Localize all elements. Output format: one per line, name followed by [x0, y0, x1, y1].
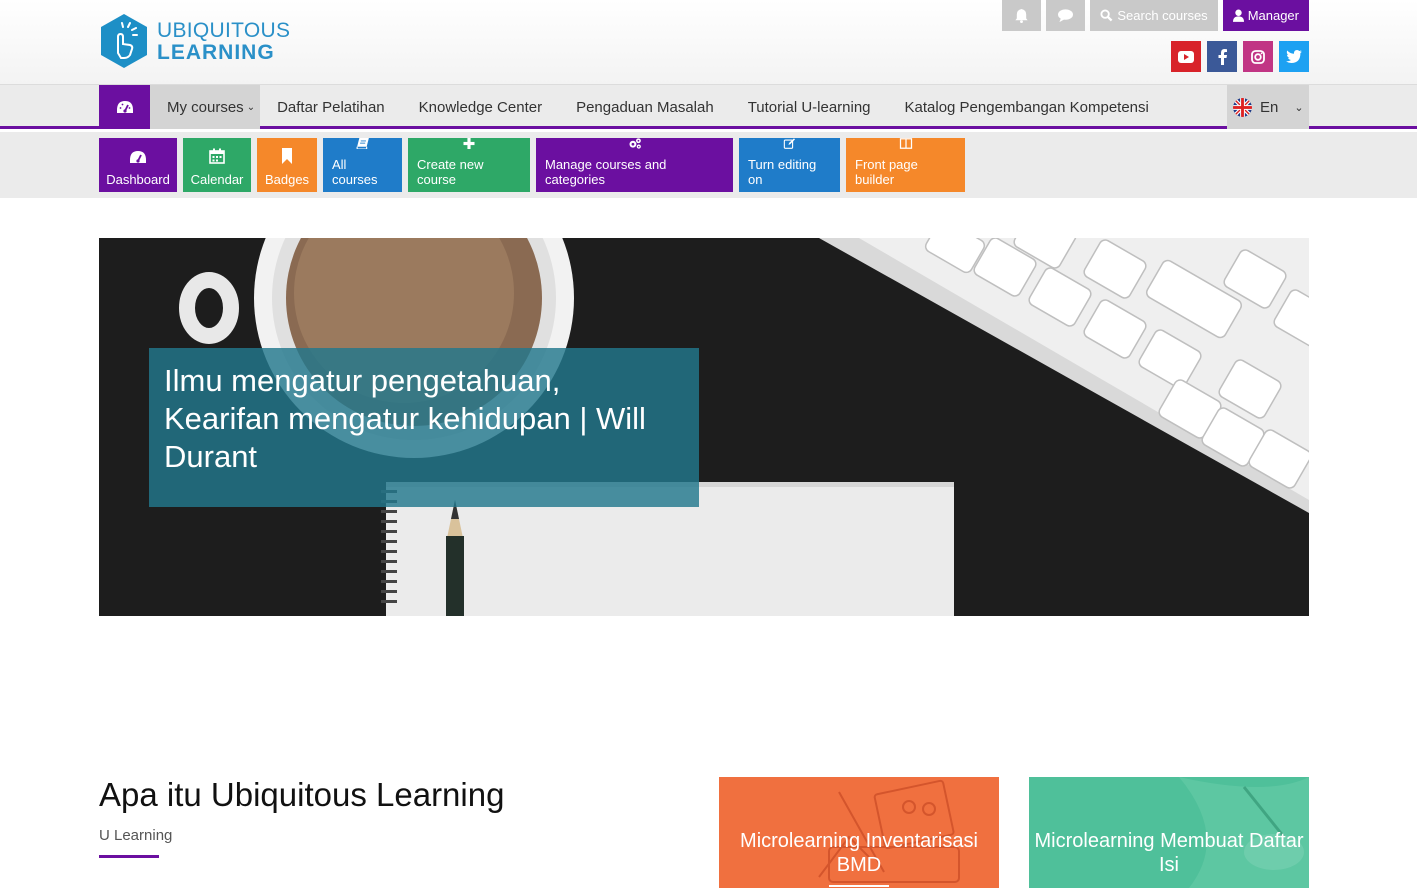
quick-link-label: All courses: [332, 157, 378, 187]
nav-item-my-courses[interactable]: My courses ⌄: [150, 85, 261, 129]
cogs-icon: [629, 138, 641, 149]
chat-bubble-icon: [1058, 9, 1074, 23]
quick-link-create-course[interactable]: Create new course: [408, 138, 530, 192]
quick-link-manage-courses[interactable]: Manage courses and categories: [536, 138, 733, 192]
quick-link-label: Dashboard: [106, 172, 170, 187]
nav-item-knowledge-center[interactable]: Knowledge Center: [402, 85, 559, 129]
logo-hand-icon: [101, 14, 147, 68]
site-header: UBIQUITOUS LEARNING Search courses Manag…: [0, 0, 1417, 85]
nav-item-label: Knowledge Center: [418, 98, 543, 116]
notifications-button[interactable]: [1002, 0, 1042, 31]
user-menu-label: Manager: [1247, 8, 1299, 23]
language-selector[interactable]: En ⌄: [1227, 85, 1309, 129]
quick-link-label: Front page builder: [855, 157, 918, 187]
book-icon: [356, 138, 369, 149]
nav-item-label: Katalog Pengembangan Kompetensi: [904, 98, 1149, 116]
quick-link-label: Badges: [264, 172, 310, 187]
nav-item-label: Daftar Pelatihan: [277, 98, 385, 116]
chevron-down-icon: ⌄: [1294, 101, 1304, 114]
edit-icon: [783, 138, 795, 149]
about-title: Apa itu Ubiquitous Learning: [99, 776, 505, 813]
bookmark-icon: [282, 148, 292, 164]
nav-item-pengaduan-masalah[interactable]: Pengaduan Masalah: [559, 85, 731, 129]
instagram-button[interactable]: [1243, 41, 1273, 72]
course-card-title: Microlearning Inventarisasi BMD: [740, 830, 978, 876]
logo-text-bottom: LEARNING: [157, 40, 275, 64]
quick-link-dashboard[interactable]: Dashboard: [99, 138, 177, 192]
about-underline: [99, 855, 159, 858]
bell-icon: [1015, 8, 1028, 23]
search-courses-button[interactable]: Search courses: [1090, 0, 1218, 31]
twitter-button[interactable]: [1279, 41, 1309, 72]
quick-link-front-page-builder[interactable]: Front page builder: [846, 138, 965, 192]
youtube-icon: [1178, 50, 1194, 63]
nav-item-katalog[interactable]: Katalog Pengembangan Kompetensi: [888, 85, 1166, 129]
course-card[interactable]: Microlearning Membuat Daftar Isi: [1029, 777, 1309, 888]
plus-icon: [463, 138, 475, 149]
hero-caption: Ilmu mengatur pengetahuan, Kearifan meng…: [149, 348, 699, 507]
dashboard-icon: [116, 101, 133, 113]
quick-links-bar: Dashboard Calendar Badges All courses Cr…: [0, 132, 1417, 198]
twitter-icon: [1286, 50, 1302, 63]
search-icon: [1100, 9, 1113, 22]
quick-link-all-courses[interactable]: All courses: [323, 138, 402, 192]
language-label: En: [1260, 98, 1279, 116]
nav-item-label: My courses: [167, 98, 244, 116]
quick-link-label: Turn editing on: [748, 157, 817, 187]
messages-button[interactable]: [1046, 0, 1086, 31]
course-card-title: Microlearning Membuat Daftar Isi: [1034, 830, 1304, 876]
quick-link-label: Manage courses and categories: [545, 157, 667, 187]
columns-icon: [899, 138, 912, 149]
nav-item-label: Tutorial U-learning: [747, 98, 871, 116]
about-subtitle: U Learning: [99, 827, 173, 844]
nav-home-button[interactable]: [99, 85, 150, 129]
main-navigation: My courses ⌄ Daftar Pelatihan Knowledge …: [0, 85, 1417, 129]
site-logo[interactable]: UBIQUITOUS LEARNING: [99, 13, 290, 69]
quick-link-label: Calendar: [190, 172, 244, 187]
nav-item-tutorial[interactable]: Tutorial U-learning: [731, 85, 888, 129]
logo-text-top: UBIQUITOUS: [157, 18, 291, 42]
nav-item-daftar-pelatihan[interactable]: Daftar Pelatihan: [260, 85, 402, 129]
user-menu-button[interactable]: Manager: [1222, 0, 1309, 31]
facebook-button[interactable]: [1207, 41, 1237, 72]
user-icon: [1232, 9, 1244, 22]
course-card[interactable]: Microlearning Inventarisasi BMD: [719, 777, 999, 888]
dashboard-icon: [130, 151, 146, 163]
facebook-icon: [1218, 48, 1227, 65]
youtube-button[interactable]: [1171, 41, 1201, 72]
quick-link-badges[interactable]: Badges: [257, 138, 317, 192]
quick-link-label: Create new course: [417, 157, 484, 187]
uk-flag-icon: [1233, 97, 1252, 117]
hero-slider[interactable]: Ilmu mengatur pengetahuan, Kearifan meng…: [99, 238, 1309, 616]
quick-link-turn-editing-on[interactable]: Turn editing on: [739, 138, 840, 192]
nav-item-label: Pengaduan Masalah: [576, 98, 714, 116]
instagram-icon: [1251, 49, 1265, 64]
quick-link-calendar[interactable]: Calendar: [183, 138, 251, 192]
search-courses-label: Search courses: [1117, 8, 1208, 23]
chevron-down-icon: ⌄: [246, 101, 256, 113]
calendar-icon: [209, 148, 225, 164]
